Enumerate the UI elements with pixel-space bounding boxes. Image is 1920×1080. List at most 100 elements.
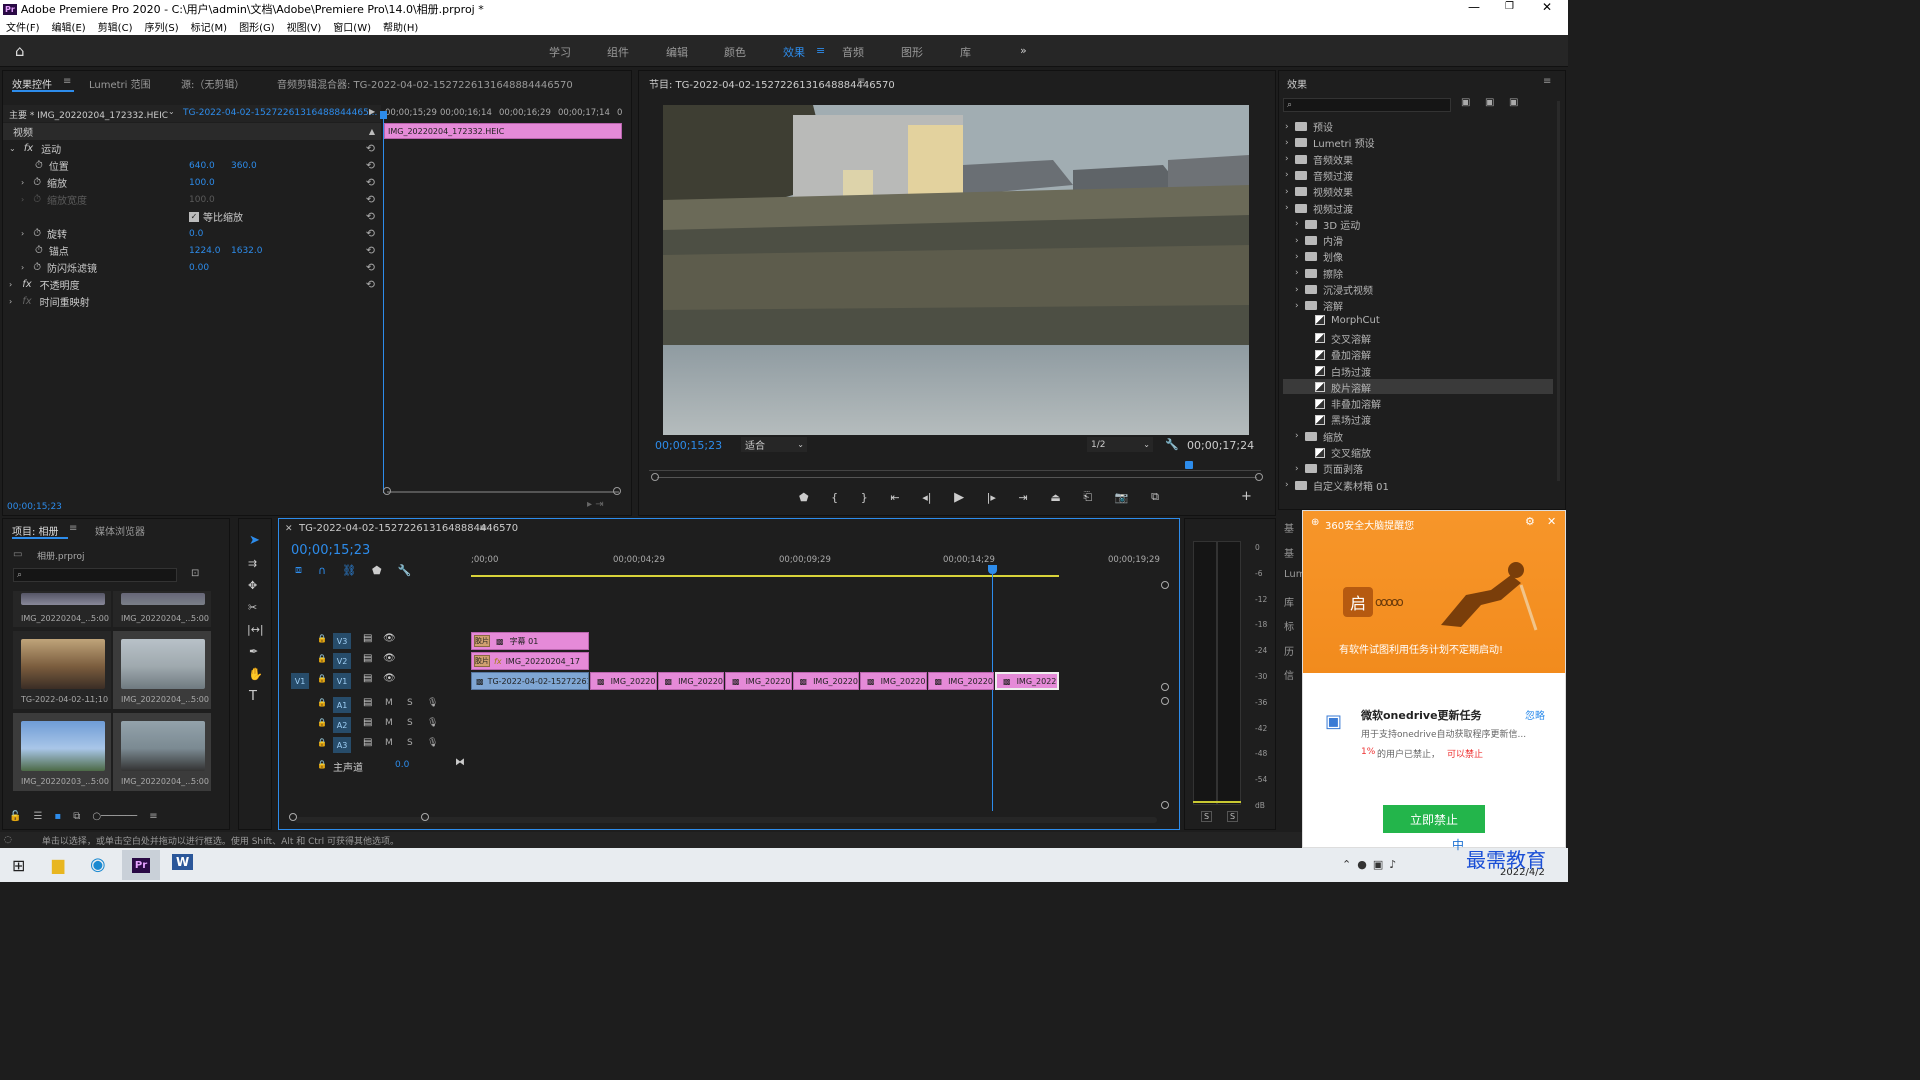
resolution-dropdown[interactable]: 1/2 ⌄ [1087,437,1153,452]
block-now-button[interactable]: 立即禁止 [1383,805,1485,833]
effects-tree-item[interactable]: › 3D 运动 [1295,217,1360,232]
timeline-vertical-scroll-bot[interactable] [1161,697,1169,705]
extract-icon[interactable]: ⎗ [1083,490,1092,504]
fx-badge-icon[interactable]: fx [24,143,33,154]
play-icon[interactable]: ▶ [954,490,964,505]
effects-tree-item[interactable]: 胶片溶解 [1305,380,1371,395]
list-view-icon[interactable]: ☰ [33,811,42,822]
pen-tool-icon[interactable]: ✒ [249,645,258,658]
effects-tree-item[interactable]: › 缩放 [1295,429,1343,444]
effects-tree-item[interactable]: › 音频过渡 [1285,168,1353,183]
timeline-vertical-scroll-end[interactable] [1161,801,1169,809]
mute-button[interactable]: M [385,698,393,708]
uniform-scale-checkbox[interactable]: ✓ [189,211,199,222]
chevron-right-icon[interactable]: › [21,229,24,238]
mic-icon[interactable]: 🎙 [427,718,438,728]
close-window-button[interactable]: ✕ [1542,0,1552,14]
32bit-effects-icon[interactable]: ▣ [1485,97,1494,108]
side-panel-tab[interactable]: 历 [1284,643,1294,658]
ec-current-time[interactable]: 00;00;15;23 [7,502,62,512]
timeline-vertical-scroll-mid[interactable] [1161,683,1169,691]
effect-time-remap[interactable]: › fx 时间重映射 [3,293,381,310]
effects-panel-title[interactable]: 效果 [1287,76,1307,91]
chevron-right-icon[interactable]: › [9,280,12,289]
effects-tree-item[interactable]: 交叉缩放 [1305,445,1371,460]
effect-motion[interactable]: ⌄ fx 运动 ⟲ [3,140,381,157]
clip-v1-image[interactable]: ▩ IMG_20220 [725,672,792,690]
filter-icon[interactable]: ▸ ⇥ [587,499,604,510]
home-icon[interactable]: ⌂ [15,42,25,60]
workspace-libraries[interactable]: 库 [960,44,971,60]
restore-button[interactable]: ❐ [1505,1,1514,12]
master-volume-value[interactable]: 0.0 [395,760,409,770]
chevron-right-icon[interactable]: › [1295,219,1305,229]
track-output-icon[interactable]: ▤ [363,633,372,644]
mark-in-icon[interactable]: { [831,491,838,504]
effect-controls-clip[interactable]: IMG_20220204_172332.HEIC [384,123,622,139]
sequence-link[interactable]: TG-2022-04-02-15272261316488844465... [183,108,377,118]
windows-start-icon[interactable]: ⊞ [12,856,25,875]
reset-icon[interactable]: ⟲ [366,261,375,274]
clip-v1-image[interactable]: ▩ IMG_2022 [995,672,1059,690]
lift-icon[interactable]: ⏏ [1050,491,1060,504]
timeline-ruler[interactable]: ;00;00 00;00;04;29 00;00;09;29 00;00;14;… [471,553,1161,575]
solo-button[interactable]: S [407,698,413,708]
gear-icon[interactable]: ⚙ [1525,515,1535,528]
ignore-link[interactable]: 忽略 [1525,707,1545,722]
track-lock-icon[interactable]: 🔒 [317,718,327,727]
workspace-color[interactable]: 颜色 [724,44,746,60]
chevron-right-icon[interactable]: › [1295,464,1305,474]
scale-value[interactable]: 100.0 [189,178,215,188]
tab-lumetri-scopes[interactable]: Lumetri 范围 [89,76,151,91]
play-clip-icon[interactable]: ▶ [369,107,375,116]
chevron-right-icon[interactable]: › [21,263,24,272]
clip-v3-title[interactable]: 胶片 ▩ 字幕 01 [471,632,589,650]
chevron-right-icon[interactable]: › [9,297,12,306]
ripple-edit-tool-icon[interactable]: ✥ [248,579,257,592]
eye-icon[interactable]: 👁 [383,653,396,664]
effects-tree-item[interactable]: › 擦除 [1295,266,1343,281]
track-output-icon[interactable]: ▤ [363,697,372,708]
clip-v1-image[interactable]: ▩ IMG_20220 [860,672,927,690]
add-marker-icon[interactable]: ⬟ [799,491,809,504]
rotation-value[interactable]: 0.0 [189,229,203,239]
side-panel-tab[interactable]: 库 [1284,594,1294,609]
master-clip-label[interactable]: 主要 * IMG_20220204_172332.HEIC [9,108,168,121]
eye-icon[interactable]: 👁 [383,633,396,644]
chevron-right-icon[interactable]: › [1285,203,1295,213]
flicker-value[interactable]: 0.00 [189,263,209,273]
effects-tree-item[interactable]: 白场过渡 [1305,364,1371,379]
effects-scrollbar[interactable] [1557,101,1560,481]
reset-icon[interactable]: ⟲ [366,142,375,155]
panel-menu-icon[interactable]: ≡ [69,523,77,534]
reset-icon[interactable]: ⟲ [366,176,375,189]
workspace-menu-icon[interactable]: ≡ [816,44,825,57]
reset-icon[interactable]: ⟲ [366,210,375,223]
effects-search-input[interactable]: ⌕ [1283,98,1451,112]
mic-icon[interactable]: 🎙 [427,698,438,708]
close-icon[interactable]: ✕ [1547,515,1556,528]
program-scrub-ruler[interactable] [649,461,1261,471]
menu-graphics[interactable]: 图形(G) [239,19,275,34]
ime-indicator[interactable]: 中 [1452,836,1464,853]
effects-tree-item[interactable]: › 划像 [1295,249,1343,265]
stat-link[interactable]: 可以禁止 [1447,747,1483,760]
yuv-effects-icon[interactable]: ▣ [1509,97,1518,108]
track-lock-icon[interactable]: 🔒 [317,760,327,769]
workspace-editing[interactable]: 编辑 [666,44,688,60]
workspace-audio[interactable]: 音频 [842,44,864,60]
chevron-right-icon[interactable]: › [1295,431,1305,441]
more-workspaces-icon[interactable]: » [1020,44,1027,57]
fit-dropdown[interactable]: 适合 ⌄ [741,437,807,452]
track-target-v3[interactable]: V3 [333,633,351,649]
chevron-right-icon[interactable]: › [1285,187,1295,197]
timeline-scroll-handle-left[interactable] [289,813,297,821]
premiere-taskbar-icon[interactable]: Pr [122,850,160,880]
track-output-icon[interactable]: ▤ [363,653,372,664]
track-target-a1[interactable]: A1 [333,697,351,713]
effects-tree-item[interactable]: › 内滑 [1295,233,1343,249]
ec-zoom-handle-right[interactable] [613,487,621,495]
accelerated-effects-icon[interactable]: ▣ [1461,97,1470,108]
collapse-icon[interactable]: ▲ [369,127,375,136]
effects-tree-item[interactable]: › 音频效果 [1285,152,1353,167]
